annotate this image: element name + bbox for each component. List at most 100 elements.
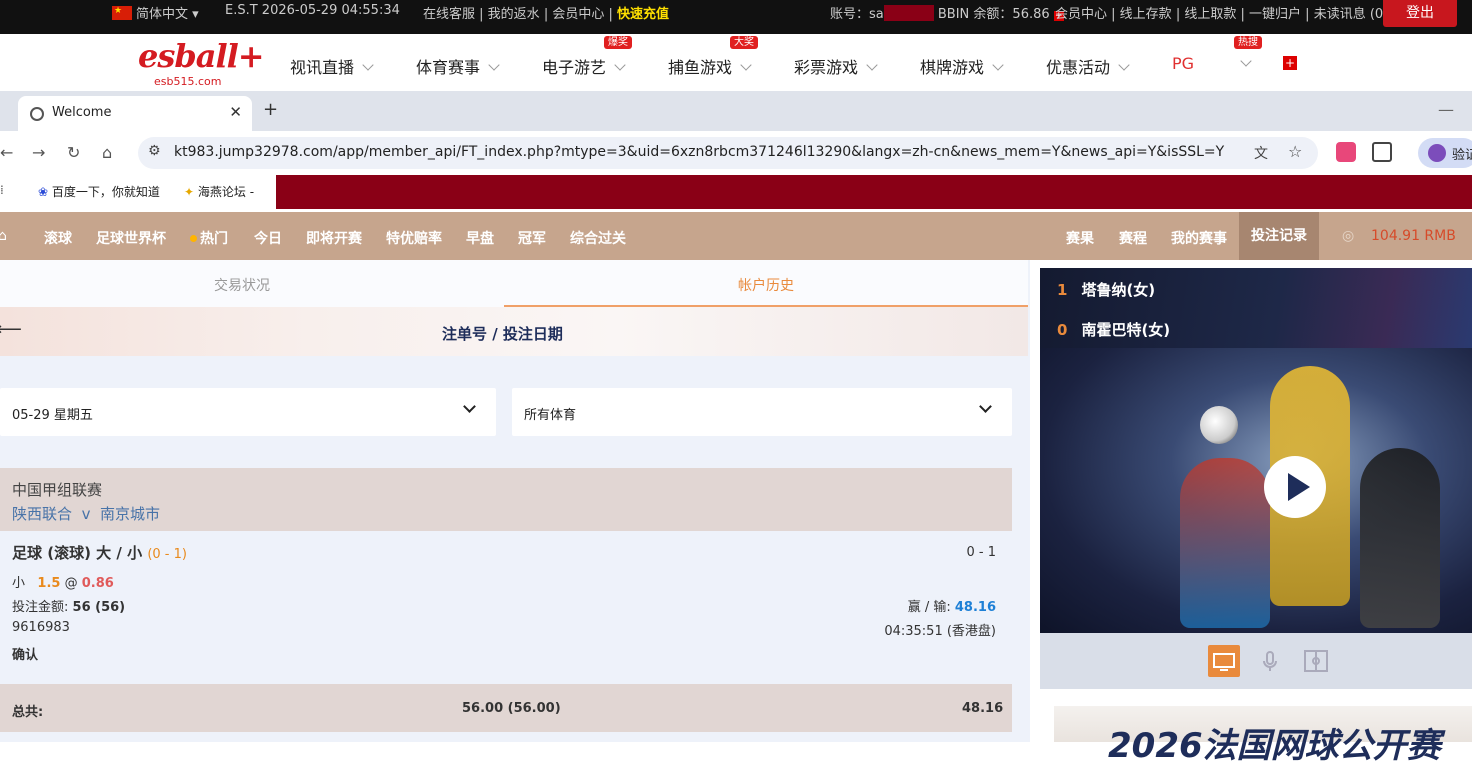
logout-button[interactable]: 登出 bbox=[1383, 0, 1457, 27]
profile-button[interactable]: 验证 bbox=[1418, 138, 1472, 168]
home-icon[interactable]: ⌂ bbox=[102, 143, 112, 162]
total-row: 总共: 56.00 (56.00) 48.16 bbox=[0, 684, 1012, 732]
link-withdraw[interactable]: 线上取款 bbox=[1184, 7, 1236, 22]
tab-account-history[interactable]: 帐户历史 bbox=[738, 275, 794, 295]
chevron-down-icon bbox=[866, 59, 878, 71]
player-figure bbox=[1360, 448, 1440, 628]
sport-select[interactable]: 所有体育 bbox=[512, 388, 1012, 436]
language-selector[interactable]: 简体中文 ▾ bbox=[112, 3, 199, 22]
sports-nav: ⌂ 滚球 足球世界杯 热门 今日 即将开赛 特优赔率 早盘 冠军 综合过关 赛果… bbox=[0, 212, 1472, 260]
date-select[interactable]: 05-29 星期五 bbox=[0, 388, 496, 436]
link-collect[interactable]: 一键归户 bbox=[1249, 7, 1301, 22]
main-nav: esball+ esb515.com 视讯直播 体育赛事 电子游艺 捕鱼游戏 彩… bbox=[0, 34, 1472, 91]
bird-icon: ✦ bbox=[184, 185, 195, 199]
chevron-down-icon bbox=[740, 59, 752, 71]
link-online-service[interactable]: 在线客服 bbox=[423, 7, 475, 22]
sport-tab-results[interactable]: 赛果 bbox=[1066, 228, 1094, 248]
link-rebate[interactable]: 我的返水 bbox=[488, 7, 540, 22]
top-bar: 简体中文 ▾ E.S.T 2026-05-29 04:55:34 在线客服 | … bbox=[0, 0, 1472, 34]
hot-badge-pg: 热搜 bbox=[1234, 36, 1262, 49]
sport-tab-parlay[interactable]: 综合过关 bbox=[570, 228, 626, 248]
bookmark-baidu[interactable]: ❀ 百度一下，你就知道 bbox=[38, 183, 160, 200]
chevron-down-icon bbox=[362, 59, 374, 71]
bet-stake: 投注金额: 56 (56) bbox=[12, 600, 126, 615]
tab-transaction-status[interactable]: 交易状况 bbox=[214, 275, 270, 295]
live-scoreboard: 1 塔鲁纳(女) 0 南霍巴特(女) bbox=[1040, 268, 1472, 348]
nav-fishing[interactable]: 捕鱼游戏 bbox=[668, 54, 752, 78]
sport-tab-hot[interactable]: 热门 bbox=[190, 228, 228, 248]
away-team-row: 0 南霍巴特(女) bbox=[1057, 321, 1171, 339]
field-icon[interactable] bbox=[1300, 645, 1332, 677]
nav-chess[interactable]: 棋牌游戏 bbox=[920, 54, 1004, 78]
promo-banner[interactable]: 2026法国网球公开赛 bbox=[1054, 706, 1472, 766]
close-icon[interactable]: ✕ bbox=[229, 103, 242, 121]
back-icon[interactable]: ← bbox=[0, 143, 13, 162]
minimize-icon[interactable]: — bbox=[1438, 100, 1454, 119]
sport-tab-special-odds[interactable]: 特优赔率 bbox=[386, 228, 442, 248]
link-member[interactable]: 会员中心 bbox=[1055, 7, 1107, 22]
nav-sports[interactable]: 体育赛事 bbox=[416, 54, 500, 78]
hot-badge-fishing: 大奖 bbox=[730, 36, 758, 49]
nav-pg[interactable]: PG bbox=[1172, 54, 1252, 73]
link-messages[interactable]: 未读讯息 (0) bbox=[1314, 7, 1389, 22]
tv-icon[interactable] bbox=[1208, 645, 1240, 677]
url-field[interactable]: ⚙ kt983.jump32978.com/app/member_api/FT_… bbox=[138, 137, 1318, 169]
bet-market: 足球 (滚球) 大 / 小 (0 - 1) bbox=[12, 544, 187, 562]
sport-tab-bet-history[interactable]: 投注记录 bbox=[1239, 212, 1319, 260]
league-name: 中国甲组联赛 bbox=[12, 481, 103, 499]
sport-tab-schedule[interactable]: 赛程 bbox=[1119, 228, 1147, 248]
bet-status: 确认 bbox=[12, 648, 39, 663]
sport-tab-outright[interactable]: 冠军 bbox=[518, 228, 546, 248]
star-icon[interactable]: ☆ bbox=[1288, 142, 1302, 161]
avatar bbox=[1428, 144, 1446, 162]
hot-dot-icon bbox=[190, 235, 197, 242]
sport-tab-my-events[interactable]: 我的赛事 bbox=[1171, 228, 1227, 248]
site-logo[interactable]: esball+ esb515.com bbox=[138, 38, 265, 88]
reload-icon[interactable]: ↻ bbox=[67, 143, 80, 162]
apps-icon[interactable]: ⁞ bbox=[0, 183, 4, 197]
bet-ticket-id: 9616983 bbox=[12, 620, 70, 635]
chevron-down-icon bbox=[463, 400, 476, 413]
sport-tab-today[interactable]: 今日 bbox=[254, 228, 282, 248]
address-bar: ← → ↻ ⌂ ⚙ kt983.jump32978.com/app/member… bbox=[0, 131, 1472, 175]
translate-icon[interactable]: 文 bbox=[1254, 143, 1268, 163]
sport-tab-early[interactable]: 早盘 bbox=[466, 228, 494, 248]
section-header: ⟵ 注单号 / 投注日期 bbox=[0, 307, 1028, 356]
browser-tab-strip: Welcome ✕ bbox=[0, 91, 1472, 131]
sport-tab-live[interactable]: 滚球 bbox=[44, 228, 72, 248]
browser-tab[interactable]: Welcome ✕ bbox=[18, 96, 252, 131]
video-controls bbox=[1040, 633, 1472, 689]
player-figure bbox=[1180, 458, 1270, 628]
forward-icon[interactable]: → bbox=[32, 143, 45, 162]
sub-tabs: 交易状况 帐户历史 bbox=[0, 260, 1028, 307]
top-links: 在线客服 | 我的返水 | 会员中心 | 快速充值 bbox=[423, 7, 670, 22]
bookmark-haiyan[interactable]: ✦ 海燕论坛 - bbox=[184, 183, 254, 200]
bet-selection: 小 1.5 @ 0.86 bbox=[12, 576, 114, 591]
hot-badge-slots: 爆奖 bbox=[604, 36, 632, 49]
sport-tab-worldcup[interactable]: 足球世界杯 bbox=[96, 228, 166, 248]
nav-slots[interactable]: 电子游艺 bbox=[542, 54, 626, 78]
microphone-icon[interactable] bbox=[1254, 645, 1286, 677]
extension-icon[interactable] bbox=[1336, 142, 1356, 162]
account-info: 账号：sa BBIN 余额：56.86 + bbox=[830, 5, 1064, 22]
plus-icon[interactable]: + bbox=[1283, 56, 1297, 70]
home-icon[interactable]: ⌂ bbox=[0, 228, 7, 244]
play-icon[interactable] bbox=[1264, 456, 1326, 518]
nav-live-casino[interactable]: 视讯直播 bbox=[290, 54, 374, 78]
site-settings-icon[interactable]: ⚙ bbox=[148, 143, 161, 159]
link-deposit[interactable]: 线上存款 bbox=[1120, 7, 1172, 22]
sport-tab-upcoming[interactable]: 即将开赛 bbox=[306, 228, 362, 248]
chevron-down-icon bbox=[979, 400, 992, 413]
balance: 104.91 RMB bbox=[1371, 228, 1456, 244]
new-tab-icon[interactable]: + bbox=[263, 99, 278, 120]
link-quick-recharge[interactable]: 快速充值 bbox=[617, 7, 669, 22]
paw-icon: ❀ bbox=[38, 185, 49, 199]
nav-promotions[interactable]: 优惠活动 bbox=[1046, 54, 1130, 78]
eye-off-icon[interactable]: ◎ bbox=[1342, 228, 1354, 244]
link-member-center[interactable]: 会员中心 bbox=[552, 7, 604, 22]
live-video[interactable] bbox=[1040, 348, 1472, 633]
back-arrow-icon[interactable]: ⟵ bbox=[0, 319, 22, 340]
main-content: 交易状况 帐户历史 ⟵ 注单号 / 投注日期 05-29 星期五 所有体育 中国… bbox=[0, 260, 1030, 742]
nav-lottery[interactable]: 彩票游戏 bbox=[794, 54, 878, 78]
puzzle-icon[interactable] bbox=[1372, 142, 1392, 162]
